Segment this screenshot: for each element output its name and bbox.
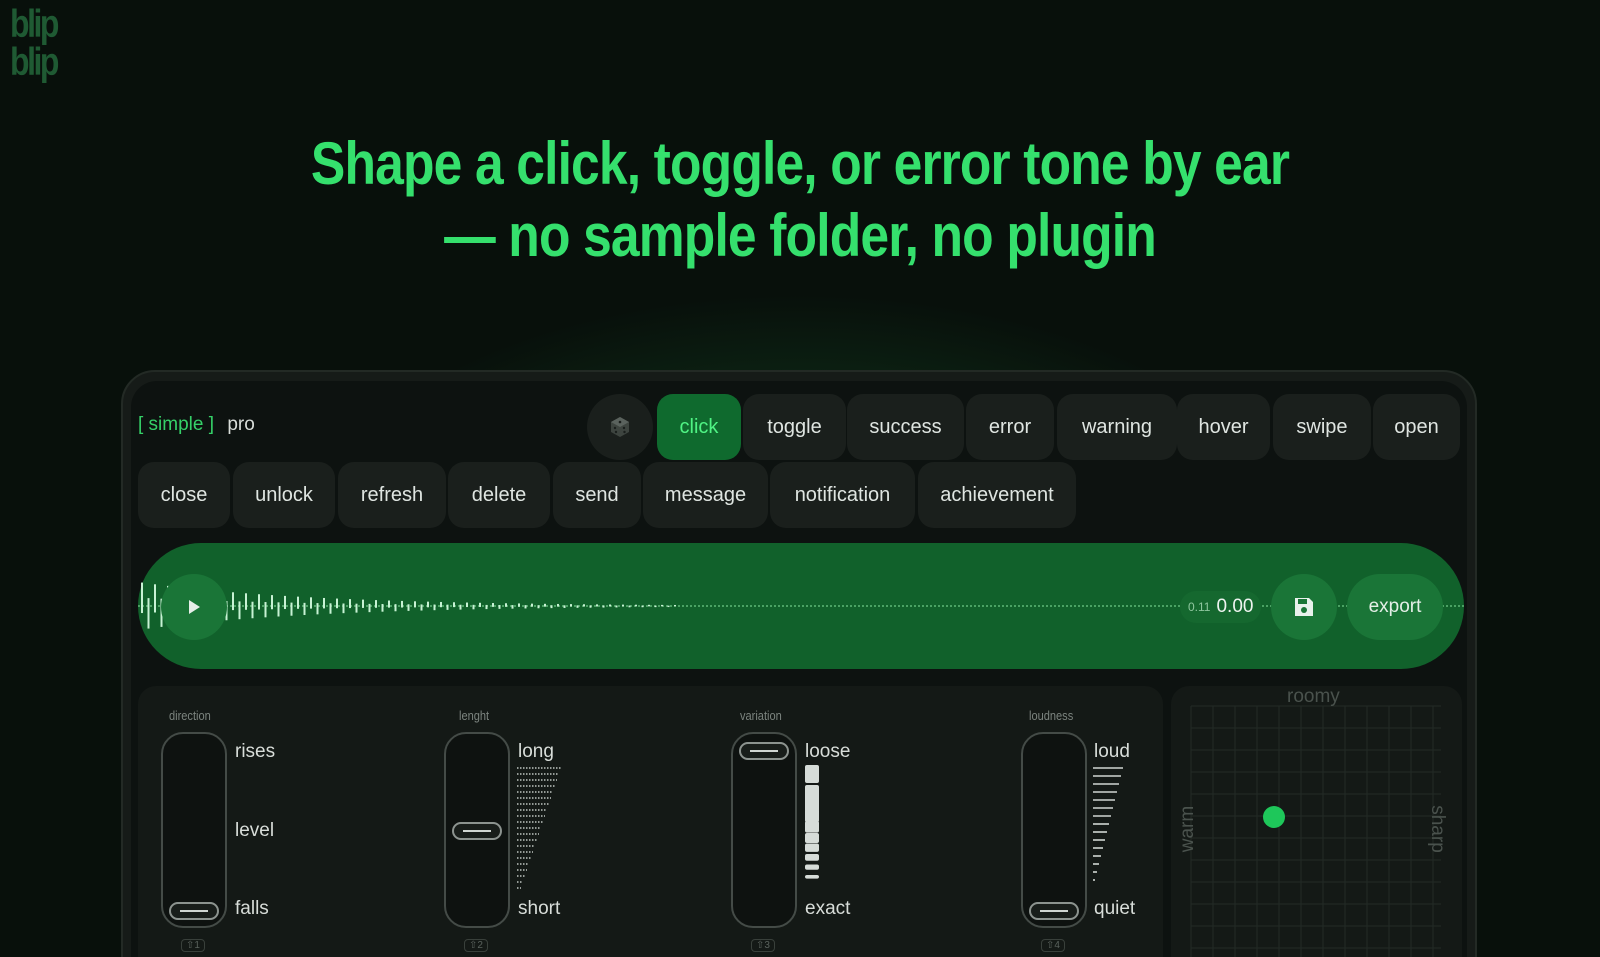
mode-switch: [ simple ] pro — [138, 414, 255, 436]
length-slider-thumb[interactable] — [452, 822, 502, 840]
sound-chip-send[interactable]: send — [553, 462, 641, 528]
direction-slider-thumb[interactable] — [169, 902, 219, 920]
variation-scale-icon — [805, 765, 819, 879]
pad-handle[interactable] — [1263, 806, 1285, 828]
headline-line-1: Shape a click, toggle, or error tone by … — [310, 130, 1290, 197]
length-scale-icon — [517, 767, 561, 889]
play-button[interactable] — [161, 574, 227, 640]
length-title: lenght — [459, 708, 490, 723]
sound-chip-warning[interactable]: warning — [1057, 394, 1177, 460]
direction-title: direction — [169, 708, 211, 723]
sound-chip-refresh[interactable]: refresh — [338, 462, 446, 528]
length-slider[interactable] — [444, 732, 510, 928]
sound-chip-swipe[interactable]: swipe — [1273, 394, 1371, 460]
logo: blip blip — [10, 3, 59, 84]
sound-chip-toggle[interactable]: toggle — [743, 394, 846, 460]
tone-pad-grid — [1190, 705, 1441, 957]
export-button[interactable]: export — [1347, 574, 1443, 640]
length-shortcut: ⇧2 — [464, 939, 488, 952]
randomize-button[interactable] — [587, 394, 653, 460]
duration: 0.11 — [1188, 600, 1211, 614]
waveform[interactable] — [138, 543, 1464, 669]
controls-panel — [138, 686, 1163, 957]
floppy-icon — [1295, 598, 1313, 616]
variation-top-label: loose — [805, 741, 851, 762]
pad-top-label: roomy — [1287, 686, 1340, 707]
direction-mid-label: level — [235, 820, 275, 841]
sound-chip-error[interactable]: error — [966, 394, 1054, 460]
pad-right-label: sharp — [1426, 805, 1448, 853]
sound-chip-notification[interactable]: notification — [770, 462, 915, 528]
length-bottom-label: short — [518, 898, 561, 919]
variation-shortcut: ⇧3 — [751, 939, 775, 952]
save-button[interactable] — [1271, 574, 1337, 640]
direction-bottom-label: falls — [235, 898, 269, 919]
logo-line-1: blip — [10, 3, 59, 46]
loudness-slider[interactable] — [1021, 732, 1087, 928]
loudness-top-label: loud — [1094, 741, 1130, 762]
sound-chip-unlock[interactable]: unlock — [233, 462, 335, 528]
sound-chip-close[interactable]: close — [138, 462, 230, 528]
variation-bottom-label: exact — [805, 898, 851, 919]
logo-line-2: blip — [10, 41, 59, 84]
headline-line-2: — no sample folder, no plugin — [444, 202, 1157, 269]
sound-chip-hover[interactable]: hover — [1177, 394, 1270, 460]
dice-icon — [611, 417, 629, 437]
mode-simple[interactable]: [ simple ] — [138, 414, 214, 435]
sound-chip-click[interactable]: click — [657, 394, 741, 460]
variation-slider-thumb[interactable] — [739, 742, 789, 760]
direction-shortcut: ⇧1 — [181, 939, 205, 952]
time-readout: 0.11 0.00 — [1180, 591, 1262, 623]
headline: Shape a click, toggle, or error tone by … — [0, 128, 1600, 272]
variation-slider[interactable] — [731, 732, 797, 928]
mode-pro[interactable]: pro — [227, 414, 254, 435]
play-icon — [189, 600, 200, 614]
loudness-title: loudness — [1029, 708, 1074, 723]
sound-chip-message[interactable]: message — [643, 462, 768, 528]
sound-chip-open[interactable]: open — [1373, 394, 1460, 460]
direction-slider[interactable] — [161, 732, 227, 928]
loudness-slider-thumb[interactable] — [1029, 902, 1079, 920]
sound-chip-achievement[interactable]: achievement — [918, 462, 1076, 528]
direction-top-label: rises — [235, 741, 276, 762]
variation-title: variation — [740, 708, 782, 723]
loudness-shortcut: ⇧4 — [1041, 939, 1065, 952]
tone-pad[interactable]: roomy warm sharp — [1171, 686, 1462, 957]
length-top-label: long — [518, 741, 554, 762]
loudness-bottom-label: quiet — [1094, 898, 1136, 919]
loudness-scale-icon — [1093, 767, 1123, 881]
current-time: 0.00 — [1216, 596, 1254, 617]
pad-left-label: warm — [1177, 805, 1199, 853]
sound-chip-delete[interactable]: delete — [448, 462, 550, 528]
sound-chip-success[interactable]: success — [847, 394, 964, 460]
